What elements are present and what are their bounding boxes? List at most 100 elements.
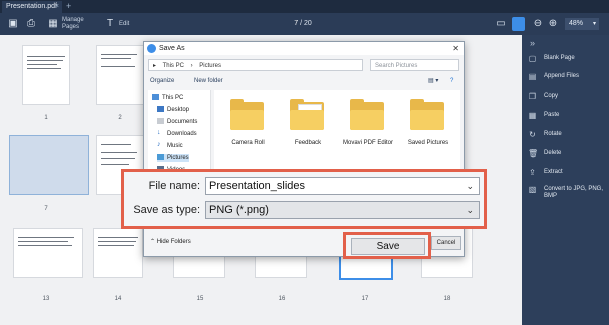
dialog-titlebar: Save As ✕ [144,42,464,55]
tree-item-documents[interactable]: Documents [157,118,197,126]
folder-label[interactable]: Saved Pictures [400,140,456,147]
page-number: 13 [42,296,50,302]
extract-button[interactable]: ⇪ Extract [522,166,609,184]
folder-icon: ▸ [153,63,157,69]
edit-text-icon[interactable]: T [104,18,116,30]
desktop-icon [157,106,164,113]
help-icon[interactable]: ? [450,75,453,87]
append-files-icon: ▤ [528,72,537,81]
save-as-type-select[interactable]: PNG (*.png) ⌄ [205,201,480,219]
manage-pages-icon[interactable]: ▦ [47,18,59,30]
current-page[interactable]: 7 [294,20,298,27]
page-number: 16 [278,296,286,302]
view-options-icon[interactable]: ▤ ▾ [428,75,438,87]
edit-button[interactable]: Edit [119,21,129,28]
page-thumbnail[interactable] [9,135,89,195]
extract-icon: ⇪ [529,168,536,177]
chevron-down-icon: ⌄ [466,205,474,215]
tree-item-this-pc[interactable]: This PC [152,94,183,102]
folder-icon[interactable] [228,98,268,138]
close-icon[interactable]: ✕ [452,42,459,55]
file-name-and-type-group: File name: Presentation_slides ⌄ Save as… [121,169,487,229]
command-bar: Organize New folder ▤ ▾ ? [144,75,464,87]
save-as-type-label: Save as type: [133,204,200,216]
tree-item-desktop[interactable]: Desktop [157,106,189,114]
page-indicator[interactable]: 7 / 20 [283,18,323,30]
folder-icon[interactable] [288,98,328,138]
blank-page-icon: ▢ [528,54,537,63]
breadcrumb-this-pc[interactable]: This PC [163,63,184,69]
tree-item-music[interactable]: ♪ Music [157,141,183,150]
trash-icon: 🗑 [528,149,539,158]
download-icon: ↓ [157,129,161,137]
page-total: / 20 [300,20,312,27]
save-button[interactable]: Save [351,238,425,255]
new-tab-icon[interactable]: + [66,0,71,12]
page-number: 1 [44,115,48,121]
folder-icon[interactable] [348,98,388,138]
page-thumbnail[interactable] [96,45,144,105]
page-number: 7 [44,206,48,212]
search-input[interactable]: Search Pictures [370,59,459,71]
file-name-label: File name: [148,180,200,192]
zoom-select[interactable]: 48% ▾ [565,18,599,30]
address-bar[interactable]: ▸ This PC › Pictures [148,59,363,71]
collapse-sidebar-icon[interactable]: » [530,38,535,48]
chevron-down-icon: ▾ [592,21,596,27]
new-folder-button[interactable]: New folder [194,75,223,87]
manage-pages-button[interactable]: Manage Pages [62,17,84,31]
page-number: 15 [196,296,204,302]
folder-label[interactable]: Camera Roll [220,140,276,147]
file-name-input[interactable]: Presentation_slides ⌄ [205,177,480,195]
page-thumbnail[interactable] [13,228,83,278]
computer-icon [152,94,159,101]
delete-button[interactable]: 🗑 Delete [522,147,609,165]
page-number: 17 [361,296,369,302]
blank-page-button[interactable]: ▢ Blank Page [522,52,609,70]
page-number: 18 [443,296,451,302]
dialog-app-icon [147,44,156,53]
save-button-highlight: Save [343,232,431,259]
chevron-up-icon: ⌃ [150,239,157,245]
convert-icon: ▧ [528,185,537,194]
toolbar: ▣ ⎙ ▦ Manage Pages T Edit 7 / 20 ▭ ⊖ ⊕ 4… [0,13,609,35]
copy-button[interactable]: ❐ Copy [522,90,609,108]
append-files-button[interactable]: ▤ Append Files [522,70,609,88]
pdf-editor-window: Presentation.pdf × + ▣ ⎙ ▦ Manage Pages … [0,0,609,325]
page-actions-sidebar: » ▢ Blank Page ▤ Append Files ❐ Copy ▦ Paste… [522,35,609,325]
zoom-out-icon[interactable]: ⊖ [532,18,544,30]
zoom-in-icon[interactable]: ⊕ [547,18,559,30]
page-thumbnail[interactable] [22,45,70,105]
tab-bar: Presentation.pdf × + [0,0,609,13]
copy-icon: ❐ [528,92,537,101]
page-number: 14 [114,296,122,302]
tree-item-pictures[interactable]: Pictures [157,154,189,162]
folder-label[interactable]: Feedback [280,140,336,147]
folder-icon[interactable] [408,98,448,138]
save-icon[interactable]: ▣ [7,18,19,30]
document-tab[interactable]: Presentation.pdf × [2,1,62,13]
paste-button[interactable]: ▦ Paste [522,109,609,127]
page-number: 2 [118,115,122,121]
dialog-title: Save As [159,45,185,52]
single-page-view-button[interactable] [512,17,525,31]
page-thumbnail[interactable] [93,228,143,278]
print-icon[interactable]: ⎙ [25,18,37,30]
paste-icon: ▦ [528,111,537,120]
cancel-button[interactable]: Cancel [431,236,461,250]
document-tab-label: Presentation.pdf [6,3,57,10]
document-icon [157,118,164,125]
convert-button[interactable]: ▧ Convert to JPG, PNG, BMP [522,183,609,209]
breadcrumb-pictures[interactable]: Pictures [199,63,221,69]
chevron-down-icon[interactable]: ⌄ [466,178,474,194]
pictures-icon [157,154,164,161]
close-tab-icon[interactable]: × [55,1,59,13]
zoom-value: 48% [569,20,584,27]
rotate-button[interactable]: ↻ Rotate [522,128,609,146]
organize-menu[interactable]: Organize [150,75,174,87]
music-icon: ♪ [157,141,161,149]
tree-item-downloads[interactable]: ↓ Downloads [157,129,197,138]
hide-folders-toggle[interactable]: ⌃ Hide Folders [150,238,191,246]
view-mode-icon[interactable]: ▭ [495,18,507,30]
folder-label[interactable]: Movavi PDF Editor [340,140,396,147]
